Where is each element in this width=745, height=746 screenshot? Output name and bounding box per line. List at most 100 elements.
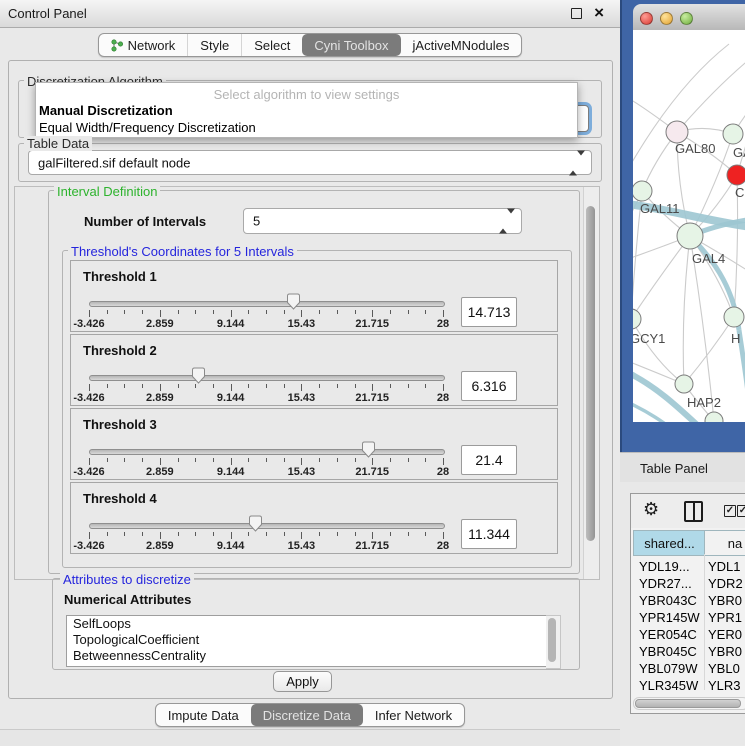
vertical-scrollbar-thumb[interactable]: [586, 206, 595, 541]
tab-label: Discretize Data: [263, 708, 351, 723]
tab-label: Impute Data: [168, 708, 239, 723]
checkbox-icon[interactable]: ✓: [737, 505, 745, 517]
GA-node[interactable]: [723, 124, 743, 144]
table-cell[interactable]: YBR043C: [639, 593, 697, 608]
tab-impute-data[interactable]: Impute Data: [156, 704, 251, 726]
slider-track[interactable]: [89, 375, 445, 381]
slider-thumb[interactable]: [361, 441, 376, 458]
desktop-background: GAL80GACGAL11GAL4GCY1HHAP2: [620, 0, 745, 452]
algorithm-option[interactable]: Equal Width/Frequency Discretization: [39, 120, 256, 135]
table-cell[interactable]: YBR0: [708, 644, 742, 659]
slider-thumb[interactable]: [286, 293, 301, 310]
minimize-traffic-light-icon[interactable]: [660, 12, 673, 25]
bottom-tab-bar: Impute Data Discretize Data Infer Network: [0, 703, 620, 727]
tab-style[interactable]: Style: [187, 34, 241, 56]
slider-tick-labels: -3.4262.8599.14415.4321.71528: [89, 466, 443, 478]
slider-track[interactable]: [89, 301, 445, 307]
close-traffic-light-icon[interactable]: [640, 12, 653, 25]
table-cell[interactable]: YDL19...: [639, 559, 690, 574]
threshold-value-field[interactable]: 14.713: [461, 297, 517, 327]
node-label: GAL11: [640, 201, 680, 216]
tab-discretize-data[interactable]: Discretize Data: [251, 704, 363, 726]
GAL4-node[interactable]: [677, 223, 703, 249]
attributes-scrollbar-thumb[interactable]: [548, 618, 556, 662]
algorithm-option[interactable]: Manual Discretization: [39, 103, 173, 118]
tab-label: jActiveMNodules: [413, 38, 510, 53]
slider-thumb[interactable]: [248, 515, 263, 532]
network-window-titlebar[interactable]: [633, 4, 745, 31]
network-edge[interactable]: [633, 236, 690, 319]
table-cell[interactable]: YBL0: [708, 661, 740, 676]
threshold-label: Threshold 1: [83, 269, 157, 284]
slider-track[interactable]: [89, 523, 445, 529]
number-of-intervals-value: 5: [253, 214, 260, 229]
threshold-panel-2: Threshold 2-3.4262.8599.14415.4321.71528…: [70, 334, 558, 406]
GAL80-node[interactable]: [666, 121, 688, 143]
tab-label: Network: [128, 38, 176, 53]
attribute-list-item[interactable]: TopologicalCoefficient: [67, 632, 547, 648]
table-panel-titlebar: Table Panel: [620, 452, 745, 484]
threshold-label: Threshold 3: [83, 417, 157, 432]
threshold-label: Threshold 2: [83, 343, 157, 358]
attributes-group-title: Attributes to discretize: [60, 572, 194, 587]
slider-thumb[interactable]: [191, 367, 206, 384]
table-cell[interactable]: YPR145W: [639, 610, 700, 625]
table-cell[interactable]: YBR045C: [639, 644, 697, 659]
table-cell[interactable]: YLR345W: [639, 678, 698, 693]
table-data-group-title: Table Data: [24, 136, 92, 151]
attribute-list-item[interactable]: BetweennessCentrality: [67, 648, 547, 664]
tab-network[interactable]: Network: [99, 34, 188, 56]
network-edge[interactable]: [633, 319, 684, 384]
zoom-traffic-light-icon[interactable]: [680, 12, 693, 25]
table-cell[interactable]: YBL079W: [639, 661, 698, 676]
horizontal-scrollbar[interactable]: [633, 697, 745, 710]
table-cell[interactable]: YBR0: [708, 593, 742, 608]
table-data-combo-value: galFiltered.sif default node: [38, 155, 190, 170]
network-graph: GAL80GACGAL11GAL4GCY1HHAP2: [633, 30, 745, 422]
threshold-value-field[interactable]: 6.316: [461, 371, 517, 401]
table-cell[interactable]: YDL1: [708, 559, 741, 574]
checkbox-icon[interactable]: ✓: [724, 505, 736, 517]
column-header[interactable]: shared...: [633, 530, 706, 556]
numerical-attributes-list[interactable]: SelfLoopsTopologicalCoefficientBetweenne…: [66, 615, 548, 667]
network-canvas[interactable]: GAL80GACGAL11GAL4GCY1HHAP2: [633, 30, 745, 422]
vertical-scrollbar[interactable]: [583, 187, 599, 579]
table-cell[interactable]: YPR1: [708, 610, 742, 625]
apply-button[interactable]: Apply: [273, 671, 332, 692]
table-cell[interactable]: YLR3: [708, 678, 741, 693]
attributes-list-scrollbar[interactable]: [546, 615, 561, 669]
table-cell[interactable]: YDR27...: [639, 576, 692, 591]
horizontal-scrollbar-thumb[interactable]: [635, 699, 741, 708]
threshold-value-field[interactable]: 21.4: [461, 445, 517, 475]
tab-select[interactable]: Select: [241, 34, 302, 56]
GCY1-node[interactable]: [633, 309, 641, 329]
table-cell[interactable]: YER0: [708, 627, 742, 642]
table-toolbar: ⚙ ✓ ✓: [631, 494, 745, 528]
slider-tick-labels: -3.4262.8599.14415.4321.71528: [89, 318, 443, 330]
table-data-combo[interactable]: galFiltered.sif default node: [28, 150, 592, 175]
slider-ticks: [89, 310, 443, 318]
network-edge[interactable]: [683, 236, 690, 384]
slider-track[interactable]: [89, 449, 445, 455]
tab-jactivemnodules[interactable]: jActiveMNodules: [401, 34, 522, 56]
attribute-list-item[interactable]: SelfLoops: [67, 616, 547, 632]
table-cell[interactable]: YDR2: [708, 576, 743, 591]
column-header[interactable]: na: [704, 530, 745, 556]
float-window-icon[interactable]: [571, 8, 582, 19]
table-cell[interactable]: YER054C: [639, 627, 697, 642]
HAP2-node[interactable]: [675, 375, 693, 393]
gear-icon[interactable]: ⚙: [643, 499, 659, 520]
node-label: GAL4: [692, 251, 725, 266]
threshold-value-field[interactable]: 11.344: [461, 519, 517, 549]
network-edge[interactable]: [677, 58, 745, 132]
close-icon[interactable]: ×: [594, 3, 604, 23]
split-columns-icon[interactable]: [684, 501, 703, 522]
GAL11-node[interactable]: [633, 181, 652, 201]
threshold-panel-1: Threshold 1 -3.4262.8599.14415.4321.71528…: [70, 260, 558, 332]
tab-cyni-toolbox[interactable]: Cyni Toolbox: [302, 34, 400, 56]
tab-infer-network[interactable]: Infer Network: [363, 704, 464, 726]
threshold-panel-3: Threshold 3 -3.4262.8599.14415.4321.71528…: [70, 408, 558, 480]
H-node[interactable]: [724, 307, 744, 327]
number-of-intervals-combo[interactable]: 5: [243, 208, 522, 234]
C-node[interactable]: [727, 165, 745, 185]
